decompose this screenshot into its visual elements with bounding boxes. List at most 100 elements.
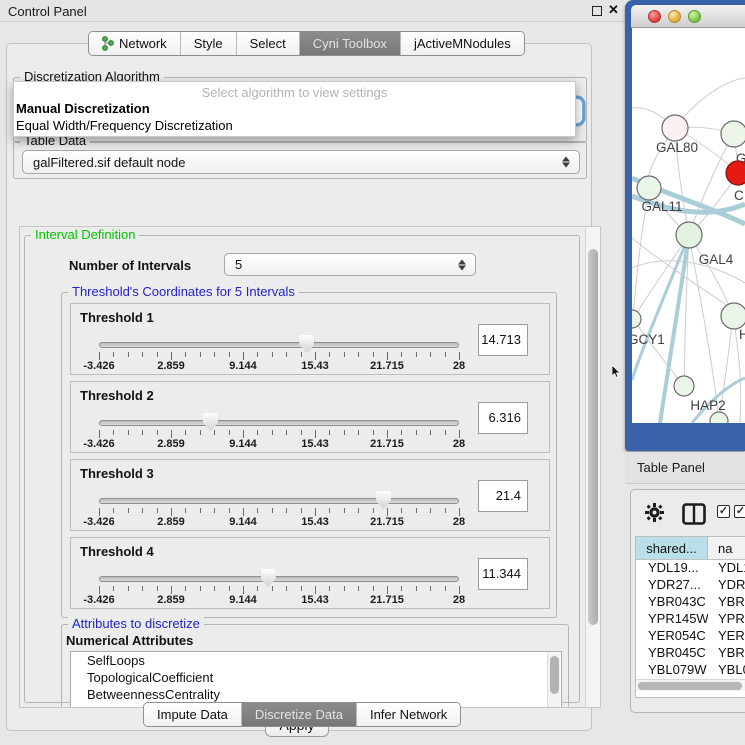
tab-impute-data[interactable]: Impute Data xyxy=(144,703,242,726)
numerical-attributes-label: Numerical Attributes xyxy=(66,633,193,648)
network-node[interactable] xyxy=(710,412,728,423)
network-node-label: GAL11 xyxy=(641,199,682,214)
tab-jactivemnodules[interactable]: jActiveMNodules xyxy=(401,32,524,55)
tab-style[interactable]: Style xyxy=(181,32,237,55)
tab-label: jActiveMNodules xyxy=(414,36,511,51)
table-panel-card: ✓ ✓ shared... na YDL19...YDL1YDR27...YDR… xyxy=(630,489,745,713)
algorithm-option[interactable]: Manual Discretization xyxy=(14,100,575,117)
algorithm-option[interactable]: Equal Width/Frequency Discretization xyxy=(14,117,575,134)
table-panel-title: Table Panel xyxy=(637,460,705,475)
control-panel-titlebar: Control Panel ✕ xyxy=(0,0,625,22)
close-icon[interactable]: ✕ xyxy=(608,2,619,18)
network-node[interactable] xyxy=(662,115,688,141)
checkbox-checked-icon[interactable]: ✓ xyxy=(734,505,745,518)
table-data-group: Table Data galFiltered.sif default node xyxy=(13,141,587,179)
table-data-combobox[interactable]: galFiltered.sif default node xyxy=(22,150,580,174)
cell-shared-name[interactable]: YBL079W xyxy=(636,662,708,679)
table-row[interactable]: YDR27...YDR2 xyxy=(636,577,745,594)
attribute-list-item[interactable]: SelfLoops xyxy=(71,652,561,669)
tab-cyni-toolbox[interactable]: Cyni Toolbox xyxy=(300,32,401,55)
threshold-value-field[interactable]: 6.316 xyxy=(478,402,528,434)
network-node[interactable] xyxy=(721,121,745,147)
slider-thumb[interactable] xyxy=(261,569,276,587)
network-view-canvas[interactable]: GAL80GACGAL11GAL4GCY1HHAP2 xyxy=(632,28,745,423)
cell-shared-name[interactable]: YBR045C xyxy=(636,645,708,662)
cell-name[interactable]: YBL0 xyxy=(708,662,745,679)
close-traffic-light[interactable] xyxy=(648,10,661,23)
network-edge[interactable] xyxy=(689,235,733,316)
tab-infer-network[interactable]: Infer Network xyxy=(357,703,460,726)
cell-shared-name[interactable]: YDL19... xyxy=(636,560,708,577)
tab-discretize-data[interactable]: Discretize Data xyxy=(242,703,357,726)
table-row[interactable]: YER054CYER0 xyxy=(636,628,745,645)
thresholds-group: Threshold's Coordinates for 5 Intervals … xyxy=(61,292,557,618)
threshold-value-field[interactable]: 21.4 xyxy=(478,480,528,512)
float-window-icon[interactable] xyxy=(592,6,602,16)
slider-thumb[interactable] xyxy=(299,335,314,353)
network-node[interactable] xyxy=(721,303,745,329)
cell-shared-name[interactable]: YER054C xyxy=(636,628,708,645)
minimize-traffic-light[interactable] xyxy=(668,10,681,23)
slider-track[interactable] xyxy=(99,498,459,504)
cell-name[interactable]: YBR0 xyxy=(708,594,745,611)
network-node[interactable] xyxy=(637,176,661,200)
numerical-attributes-list[interactable]: SelfLoopsTopologicalCoefficientBetweenne… xyxy=(70,651,562,708)
network-node[interactable] xyxy=(726,161,745,185)
cell-name[interactable]: YBR0 xyxy=(708,645,745,662)
cell-name[interactable]: YIL0 xyxy=(708,696,745,698)
network-window[interactable]: GAL80GACGAL11GAL4GCY1HHAP2 xyxy=(625,0,745,451)
network-node[interactable] xyxy=(676,222,702,248)
spinner-arrows-icon[interactable] xyxy=(458,259,466,270)
slider-thumb[interactable] xyxy=(203,413,218,431)
table-row[interactable]: YBL079WYBL0 xyxy=(636,662,745,679)
list-scrollbar[interactable] xyxy=(547,653,560,708)
gear-icon[interactable] xyxy=(645,503,664,522)
combo-arrows-icon[interactable] xyxy=(562,157,570,168)
table-row[interactable]: YBR045CYBR0 xyxy=(636,645,745,662)
attribute-list-item[interactable]: TopologicalCoefficient xyxy=(71,669,561,686)
threshold-value-field[interactable]: 11.344 xyxy=(478,558,528,590)
threshold-value-field[interactable]: 14.713 xyxy=(478,324,528,356)
cell-shared-name[interactable]: YPR145W xyxy=(636,611,708,628)
network-node-label: GCY1 xyxy=(632,332,665,347)
attribute-list-item[interactable]: BetweennessCentrality xyxy=(71,686,561,703)
cell-name[interactable]: YDL1 xyxy=(708,560,745,577)
cell-name[interactable]: YPR1 xyxy=(708,611,745,628)
table-row[interactable]: YDL19...YDL1 xyxy=(636,560,745,577)
slider-tick-labels: -3.4262.8599.14415.4321.71528 xyxy=(99,438,460,450)
threshold-label: Threshold 1 xyxy=(80,310,154,325)
checkbox-checked-icon[interactable]: ✓ xyxy=(717,505,730,518)
table-hscrollbar[interactable] xyxy=(636,679,745,691)
threshold-card-4: Threshold 4-3.4262.8599.14415.4321.71528… xyxy=(70,537,550,609)
column-header-shared-name[interactable]: shared... xyxy=(636,537,708,559)
interval-definition-title: Interval Definition xyxy=(31,227,139,242)
cell-name[interactable]: YER0 xyxy=(708,628,745,645)
tab-label: Style xyxy=(194,36,223,51)
tab-network[interactable]: Network xyxy=(89,32,181,55)
table-data-value: galFiltered.sif default node xyxy=(23,155,579,170)
settings-scrollbar[interactable] xyxy=(585,227,600,707)
num-intervals-spinner[interactable]: 5 xyxy=(224,253,476,276)
split-columns-icon[interactable] xyxy=(682,503,706,525)
slider-track[interactable] xyxy=(99,576,459,582)
slider-track[interactable] xyxy=(99,342,459,348)
table-row[interactable]: YIL052CYIL0 xyxy=(636,696,745,698)
node-table[interactable]: shared... na YDL19...YDL1YDR27...YDR2YBR… xyxy=(635,536,745,698)
cell-shared-name[interactable]: YDR27... xyxy=(636,577,708,594)
network-window-titlebar[interactable] xyxy=(631,5,745,28)
network-node[interactable] xyxy=(632,310,641,328)
table-row[interactable]: YPR145WYPR1 xyxy=(636,611,745,628)
column-header-name[interactable]: na xyxy=(708,537,745,559)
table-header-row[interactable]: shared... na xyxy=(636,537,745,560)
slider-track[interactable] xyxy=(99,420,459,426)
tab-select[interactable]: Select xyxy=(237,32,300,55)
threshold-card-2: Threshold 2-3.4262.8599.14415.4321.71528… xyxy=(70,381,550,453)
cell-shared-name[interactable]: YIL052C xyxy=(636,696,708,698)
table-row[interactable]: YBR043CYBR0 xyxy=(636,594,745,611)
zoom-traffic-light[interactable] xyxy=(688,10,701,23)
cell-name[interactable]: YDR2 xyxy=(708,577,745,594)
slider-thumb[interactable] xyxy=(376,491,391,509)
cell-shared-name[interactable]: YBR043C xyxy=(636,594,708,611)
bottom-tab-bar: Impute DataDiscretize DataInfer Network xyxy=(143,702,461,727)
network-node[interactable] xyxy=(674,376,694,396)
